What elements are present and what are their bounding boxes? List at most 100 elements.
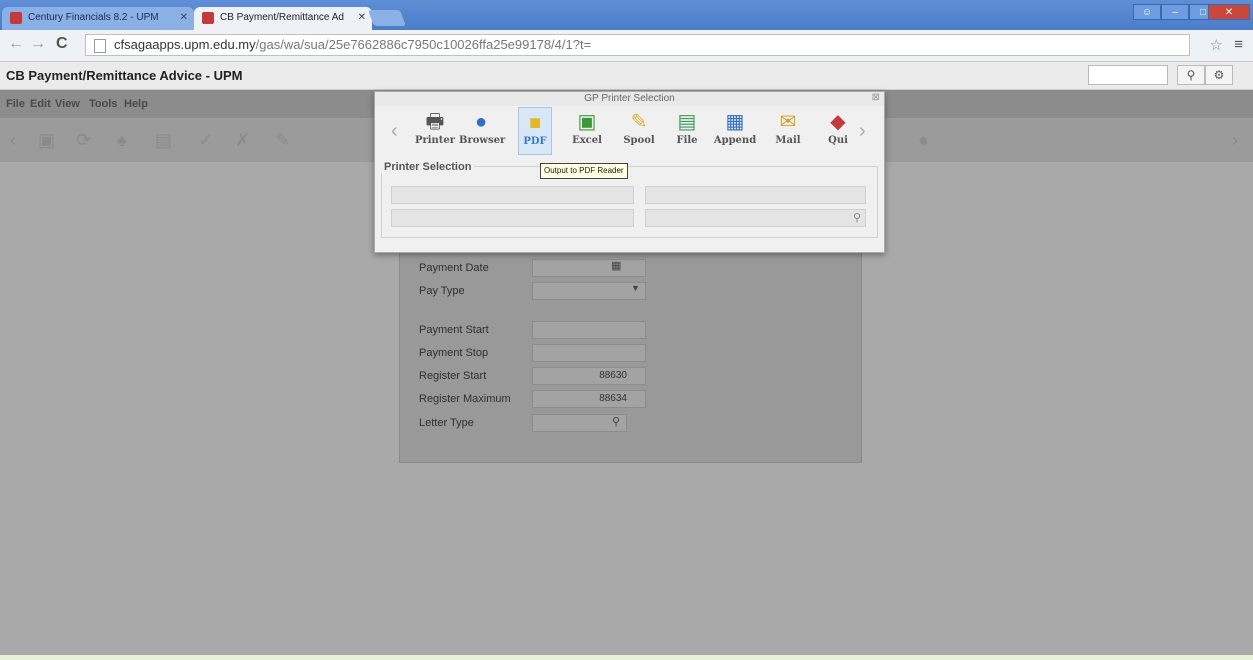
printer-option-field[interactable]: [391, 209, 634, 227]
printer-lookup-field[interactable]: [645, 209, 866, 227]
report-form: Payment Date ▦ Pay Type ▼ Payment Start …: [399, 238, 862, 463]
calendar-icon[interactable]: ▦: [611, 259, 621, 272]
back-icon[interactable]: ←: [8, 35, 24, 53]
excel-icon: ▣: [577, 111, 597, 133]
mail-button[interactable]: ✉ Mail: [766, 107, 810, 155]
file-button[interactable]: ▤ File: [665, 107, 709, 155]
file-icon: ▤: [677, 111, 697, 133]
menu-file[interactable]: File: [6, 98, 25, 110]
append-label: Append: [713, 135, 757, 146]
pdf-button[interactable]: ■ PDF: [518, 107, 552, 155]
spool-label: Spool: [623, 135, 655, 146]
spool-icon: ✎: [630, 111, 648, 133]
pay-type-label: Pay Type: [419, 285, 465, 297]
dialog-title: GP Printer Selection: [375, 92, 884, 106]
register-maximum-field[interactable]: 88634: [532, 390, 646, 408]
search-icon[interactable]: ⚲: [1177, 65, 1205, 85]
printer-selection-title: Printer Selection: [381, 161, 475, 173]
ok-icon[interactable]: ✓: [198, 130, 213, 151]
printer-selection-dialog: GP Printer Selection ⊠ ‹ › 🖶 Printer ● B…: [374, 91, 885, 253]
page-title: CB Payment/Remittance Advice - UPM: [6, 68, 243, 83]
reload-icon[interactable]: C: [56, 35, 68, 53]
century-favicon-icon: [10, 12, 22, 24]
cb-favicon-icon: [202, 12, 214, 24]
url-path: /gas/wa/sua/25e7662886c7950c10026ffa25e9…: [255, 37, 592, 52]
mail-label: Mail: [775, 135, 801, 146]
url-host: cfsagaapps.upm.edu.my: [114, 37, 256, 52]
payment-stop-label: Payment Stop: [419, 347, 489, 359]
menu-view[interactable]: View: [55, 98, 80, 110]
append-icon: ▦: [725, 111, 745, 133]
append-button[interactable]: ▦ Append: [713, 107, 757, 155]
find-icon[interactable]: ♠: [117, 130, 127, 151]
excel-label: Excel: [572, 135, 602, 146]
browser-icon: ●: [474, 111, 488, 133]
browser-label: Browser: [459, 135, 506, 146]
tab-century-financials[interactable]: Century Financials 8.2 - UPM ✕: [2, 7, 194, 30]
lookup-icon[interactable]: ⚲: [853, 211, 861, 224]
address-bar-row: ← → C cfsagaapps.upm.edu.my/gas/wa/sua/2…: [0, 30, 1253, 62]
quit-button[interactable]: ◆ Qui: [816, 107, 860, 155]
menu-tools[interactable]: Tools: [89, 98, 118, 110]
print-icon[interactable]: ▤: [155, 130, 172, 151]
tab-title: CB Payment/Remittance Ad: [220, 12, 344, 23]
tab-title: Century Financials 8.2 - UPM: [28, 12, 159, 23]
tab-cb-payment[interactable]: CB Payment/Remittance Ad ✕: [194, 7, 372, 30]
refresh-icon[interactable]: ⟳: [76, 130, 91, 151]
browser-button[interactable]: ● Browser: [459, 107, 506, 155]
new-tab-button[interactable]: [368, 10, 406, 26]
pdf-tooltip: Output to PDF Reader: [540, 163, 628, 179]
save-icon[interactable]: ▣: [38, 130, 55, 151]
printer-icon: 🖶: [425, 111, 445, 133]
app-search-input[interactable]: [1088, 65, 1168, 85]
quit-label: Qui: [828, 135, 848, 146]
app-header: CB Payment/Remittance Advice - UPM ⚲ ⚙: [0, 62, 1253, 90]
status-strip: [0, 655, 1253, 660]
menu-edit[interactable]: Edit: [30, 98, 51, 110]
chevron-down-icon[interactable]: ▼: [631, 283, 640, 293]
browser-title-bar: Century Financials 8.2 - UPM ✕ CB Paymen…: [0, 0, 1253, 30]
payment-start-field[interactable]: [532, 321, 646, 339]
scroll-left-icon[interactable]: ‹: [391, 120, 398, 143]
previous-icon[interactable]: ‹: [10, 130, 16, 151]
cancel-icon[interactable]: ✗: [235, 130, 250, 151]
tab-close-icon[interactable]: ✕: [358, 7, 366, 29]
dialog-close-icon[interactable]: ⊠: [872, 92, 880, 103]
tab-close-icon[interactable]: ✕: [180, 7, 188, 29]
next-icon[interactable]: ›: [1232, 130, 1238, 151]
url-input[interactable]: cfsagaapps.upm.edu.my/gas/wa/sua/25e7662…: [85, 34, 1190, 56]
scroll-right-icon[interactable]: ›: [859, 120, 866, 143]
lookup-icon[interactable]: ⚲: [612, 415, 620, 428]
mail-icon: ✉: [779, 111, 797, 133]
edit-icon[interactable]: ✎: [275, 130, 290, 151]
register-start-field[interactable]: 88630: [532, 367, 646, 385]
quit-icon: ◆: [830, 111, 846, 133]
payment-date-field[interactable]: [532, 259, 646, 277]
printer-description-field[interactable]: [645, 186, 866, 204]
menu-help[interactable]: Help: [124, 98, 148, 110]
pdf-label: PDF: [523, 136, 547, 147]
file-label: File: [676, 135, 698, 146]
user-icon[interactable]: ☺: [1133, 4, 1161, 20]
printer-name-field[interactable]: [391, 186, 634, 204]
help-icon[interactable]: ●: [918, 130, 929, 151]
pay-type-select[interactable]: [532, 282, 646, 300]
minimize-button[interactable]: –: [1161, 4, 1189, 20]
register-maximum-label: Register Maximum: [419, 393, 511, 405]
window-close-button[interactable]: ✕: [1208, 4, 1250, 20]
forward-icon[interactable]: →: [30, 35, 46, 53]
register-start-label: Register Start: [419, 370, 487, 382]
page-icon: [94, 39, 106, 53]
payment-date-label: Payment Date: [419, 262, 489, 274]
pdf-folder-icon: ■: [528, 112, 542, 134]
printer-button[interactable]: 🖶 Printer: [413, 107, 457, 155]
options-icon[interactable]: ⚙: [1205, 65, 1233, 85]
payment-stop-field[interactable]: [532, 344, 646, 362]
chrome-menu-icon[interactable]: ≡: [1234, 36, 1243, 53]
bookmark-star-icon[interactable]: ☆: [1210, 36, 1223, 54]
excel-button[interactable]: ▣ Excel: [565, 107, 609, 155]
letter-type-label: Letter Type: [419, 417, 474, 429]
spool-button[interactable]: ✎ Spool: [617, 107, 661, 155]
printer-label: Printer: [414, 135, 456, 146]
payment-start-label: Payment Start: [419, 324, 489, 336]
